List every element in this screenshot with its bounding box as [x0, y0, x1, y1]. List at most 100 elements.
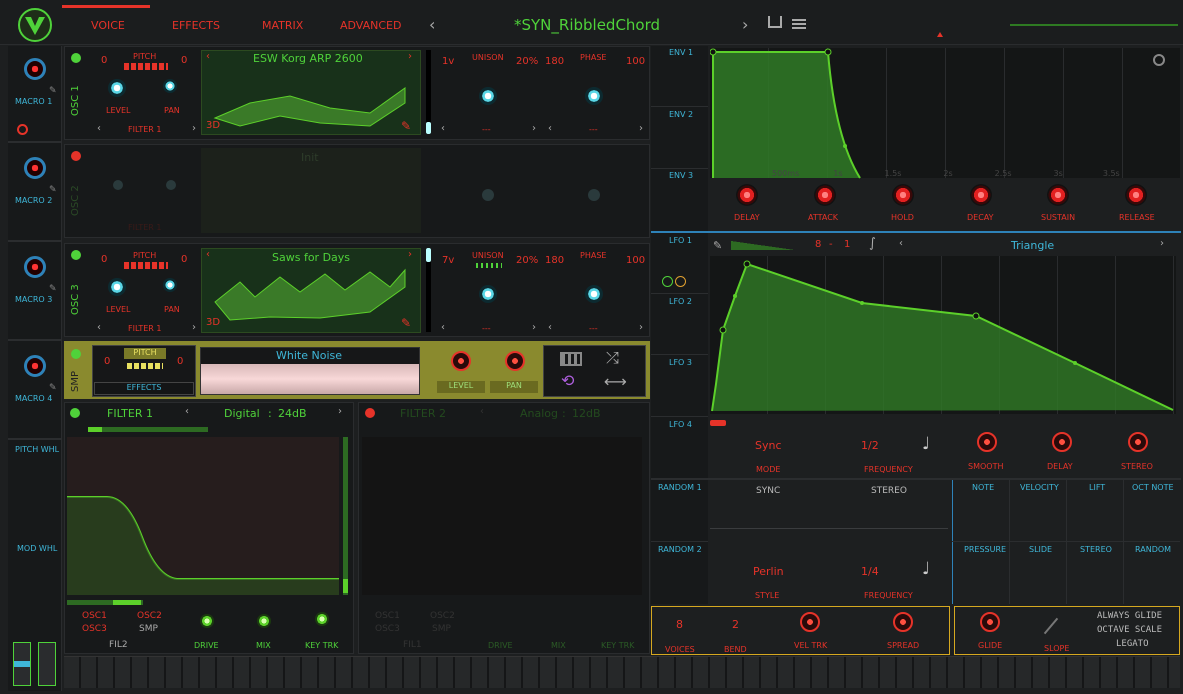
macro-1-label[interactable]: MACRO 1 — [15, 97, 52, 106]
smp-level-knob[interactable] — [451, 351, 471, 371]
tab-lfo-1[interactable]: LFO 1 — [669, 236, 692, 245]
osc-1-phase-mode[interactable]: --- — [589, 125, 598, 134]
osc-1-unison-blend[interactable]: 20% — [516, 56, 538, 67]
osc-3-pan-knob[interactable] — [163, 278, 177, 292]
osc-3-level-knob[interactable] — [108, 278, 126, 296]
tab-advanced[interactable]: ADVANCED — [340, 19, 401, 32]
smp-sample-name[interactable]: White Noise — [276, 349, 342, 362]
edit-macro-4-icon[interactable]: ✎ — [49, 383, 57, 393]
filter-1-drive-knob[interactable] — [200, 614, 214, 628]
macro-4-knob[interactable] — [24, 355, 46, 377]
source-slide[interactable]: SLIDE — [1029, 545, 1052, 554]
osc-1-unison-knob[interactable] — [479, 87, 497, 105]
smp-pan-knob[interactable] — [505, 351, 525, 371]
macro-4-label[interactable]: MACRO 4 — [15, 394, 52, 403]
smp-pitch-coarse[interactable]: 0 — [104, 356, 110, 367]
lfo-smooth-icon[interactable]: ∫ — [869, 236, 876, 251]
tab-random-2[interactable]: RANDOM 2 — [658, 545, 702, 554]
filter-2-fil1-route[interactable]: FIL1 — [403, 640, 422, 650]
lfo-tempo-note-icon[interactable]: ♩ — [922, 434, 930, 454]
keyboard[interactable] — [64, 656, 1180, 688]
tab-lfo-4[interactable]: LFO 4 — [669, 420, 692, 429]
osc-3-power[interactable] — [71, 250, 81, 260]
source-stereo[interactable]: STEREO — [1080, 545, 1112, 554]
osc-2-phase-knob[interactable] — [588, 189, 600, 201]
lfo-mode[interactable]: Sync — [755, 439, 782, 452]
env-delay-knob[interactable] — [736, 184, 758, 206]
lfo-grid-steps[interactable]: 8 — [815, 239, 821, 250]
osc-1-pitch-fine[interactable]: 0 — [181, 55, 187, 66]
macro-1-power-icon[interactable] — [17, 124, 28, 135]
lfo-shape-name[interactable]: Triangle — [1011, 239, 1054, 252]
preset-name[interactable]: *SYN_RibbledChord — [514, 16, 660, 34]
osc-1-unison-voices[interactable]: 1v — [442, 56, 454, 67]
smp-pitch-label[interactable]: PITCH — [124, 348, 166, 359]
smp-pitch-fine[interactable]: 0 — [177, 356, 183, 367]
osc-3-pitch-dots[interactable] — [124, 262, 168, 269]
macro-2-label[interactable]: MACRO 2 — [15, 196, 52, 205]
osc-3-wave-next-icon[interactable]: › — [408, 249, 412, 260]
zoom-icon[interactable] — [1153, 54, 1165, 66]
filter-2-type[interactable]: Analog — [520, 407, 558, 420]
lfo-frequency[interactable]: 1/2 — [861, 439, 879, 452]
bounce-icon[interactable]: ⟷ — [604, 372, 627, 391]
lfo-delay-knob[interactable] — [1052, 432, 1072, 452]
osc-3-phase-knob[interactable] — [585, 285, 603, 303]
smp-effects-dest[interactable]: EFFECTS — [94, 382, 194, 395]
edit-macro-1-icon[interactable]: ✎ — [49, 86, 57, 96]
lfo-shape-prev-icon[interactable]: ‹ — [899, 238, 903, 249]
osc-3-edit-icon[interactable]: ✎ — [401, 316, 411, 330]
osc-1-filter-dest[interactable]: FILTER 1 — [128, 125, 161, 134]
osc-1-level-knob[interactable] — [108, 79, 126, 97]
osc-3-phase-rand[interactable]: 100 — [626, 255, 645, 266]
osc-3-unison-blend[interactable]: 20% — [516, 255, 538, 266]
osc-3-pitch-coarse[interactable]: 0 — [101, 254, 107, 265]
macro-3-knob[interactable] — [24, 256, 46, 278]
tab-lfo-2[interactable]: LFO 2 — [669, 297, 692, 306]
macro-3-label[interactable]: MACRO 3 — [15, 295, 52, 304]
filter-1-power[interactable] — [70, 408, 80, 418]
mod-wheel-label[interactable]: MOD WHL — [17, 544, 57, 553]
filter-1-smp-route[interactable]: SMP — [139, 624, 158, 634]
macro-1-knob[interactable] — [24, 58, 46, 80]
smp-pitch-dots[interactable] — [127, 363, 163, 369]
filter-2-power[interactable] — [365, 408, 375, 418]
source-note[interactable]: NOTE — [972, 483, 994, 492]
env-attack-knob[interactable] — [814, 184, 836, 206]
lfo-smooth-knob[interactable] — [977, 432, 997, 452]
env-hold-knob[interactable] — [892, 184, 914, 206]
pitch-bend-range[interactable]: 2 — [732, 618, 739, 631]
tab-env-2[interactable]: ENV 2 — [669, 110, 693, 119]
preset-prev-icon[interactable]: ‹ — [429, 15, 435, 34]
filter-1-fil2-route[interactable]: FIL2 — [109, 640, 128, 650]
tab-matrix[interactable]: MATRIX — [262, 19, 303, 32]
osc-2-pan-knob[interactable] — [166, 180, 176, 190]
filter-1-keytrack-slider[interactable] — [67, 600, 143, 605]
random-style[interactable]: Perlin — [753, 565, 784, 578]
filter-1-next-icon[interactable]: › — [338, 406, 342, 417]
lfo-stereo-knob[interactable] — [1128, 432, 1148, 452]
osc-2-unison-knob[interactable] — [482, 189, 494, 201]
osc-1-wave-next-icon[interactable]: › — [408, 51, 412, 62]
voice-count[interactable]: 8 — [676, 618, 683, 631]
source-velocity[interactable]: VELOCITY — [1020, 483, 1059, 492]
filter-2-prev-icon[interactable]: ‹ — [480, 406, 484, 417]
tab-env-3[interactable]: ENV 3 — [669, 171, 693, 180]
osc-3-wave-prev-icon[interactable]: ‹ — [206, 249, 210, 260]
filter-2-osc3-route[interactable]: OSC3 — [375, 624, 400, 634]
lfo-shape-next-icon[interactable]: › — [1160, 238, 1164, 249]
osc-1-wave-prev-icon[interactable]: ‹ — [206, 51, 210, 62]
filter-1-mix-knob[interactable] — [257, 614, 271, 628]
osc-1-stereo-mode[interactable]: --- — [482, 125, 491, 134]
osc-3-phase-mode[interactable]: --- — [589, 324, 598, 333]
source-random[interactable]: RANDOM — [1135, 545, 1171, 554]
osc-3-filter-dest[interactable]: FILTER 1 — [128, 324, 161, 333]
loop-icon[interactable]: ⟲ — [561, 371, 574, 390]
tab-env-1[interactable]: ENV 1 — [669, 48, 693, 57]
osc-1-edit-icon[interactable]: ✎ — [401, 119, 411, 133]
filter-1-keytrk-knob[interactable] — [315, 612, 329, 626]
lfo-grid-y[interactable]: 1 — [844, 239, 850, 250]
filter-2-osc1-route[interactable]: OSC1 — [375, 611, 400, 621]
legato-toggle[interactable]: LEGATO — [1116, 639, 1149, 649]
osc-2-filter-dest[interactable]: FILTER 1 — [128, 223, 161, 232]
